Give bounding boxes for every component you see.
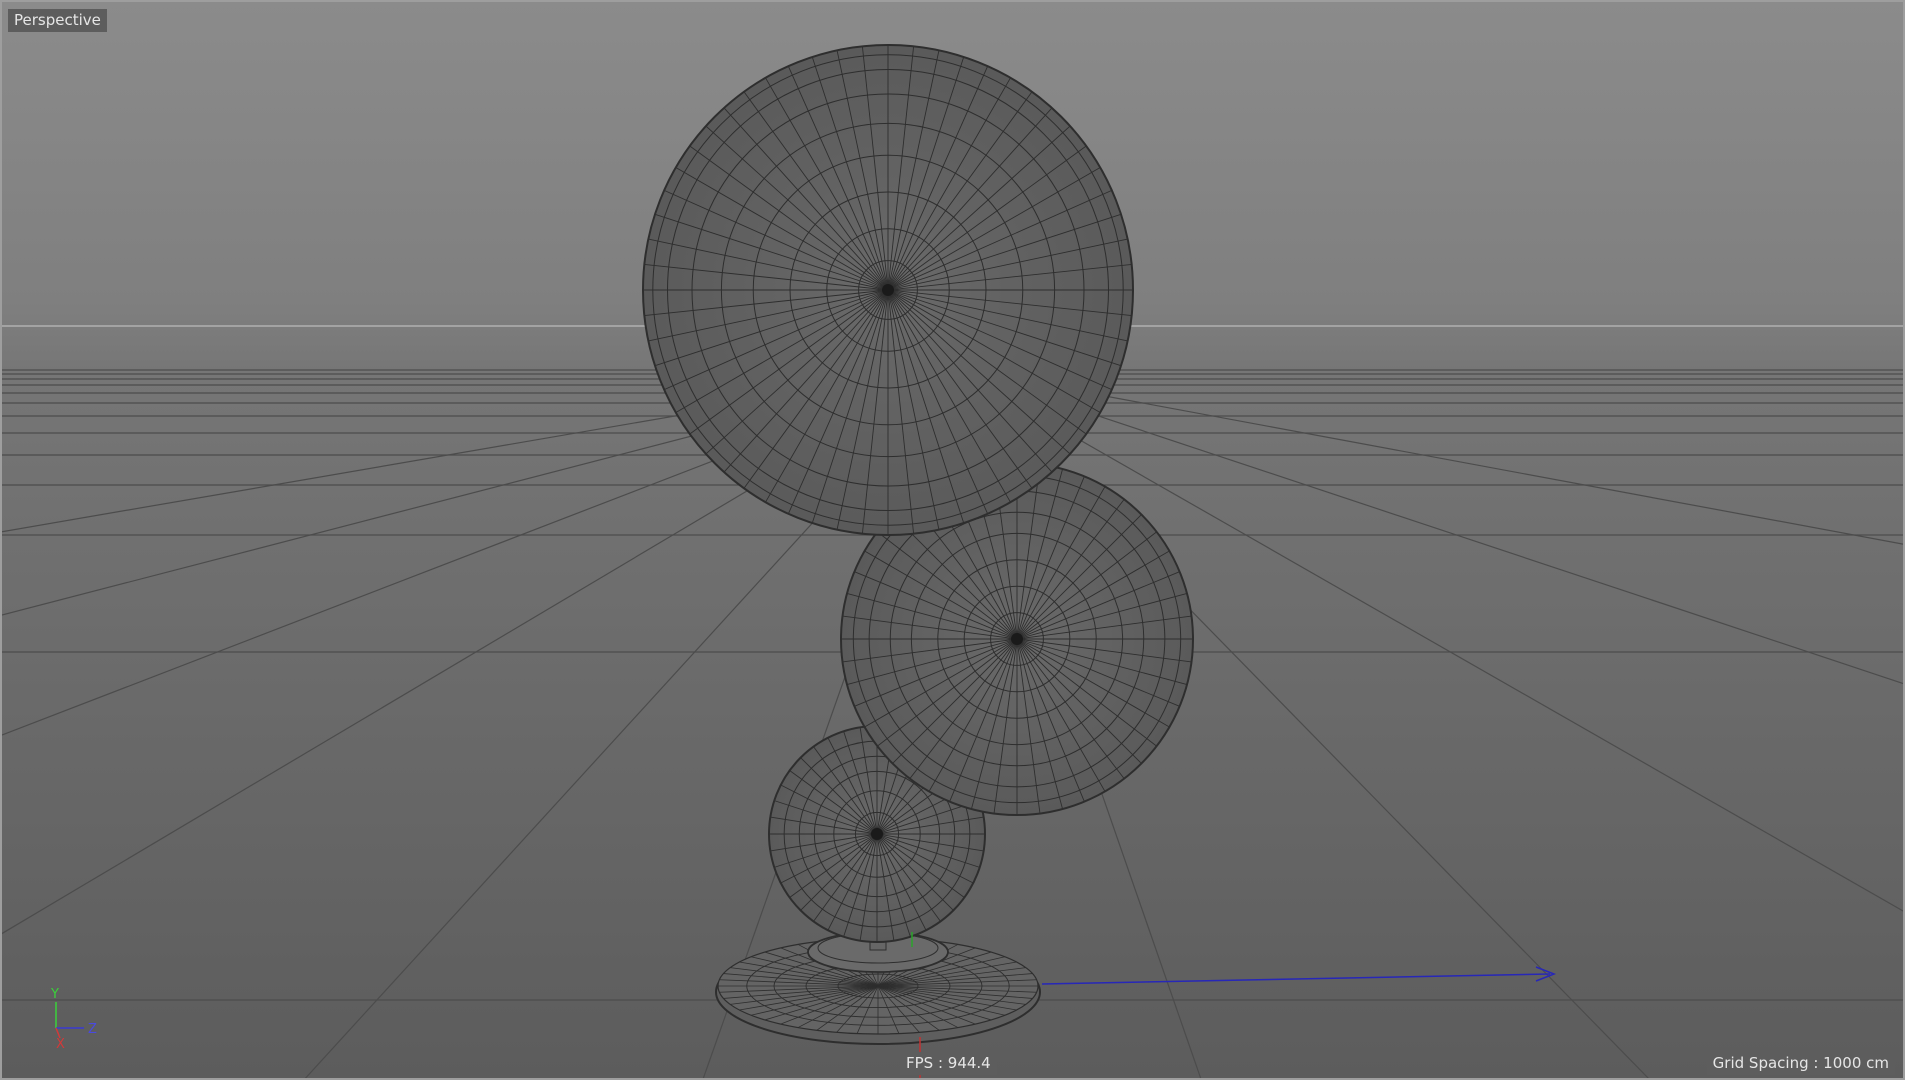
perspective-viewport[interactable]: Y Z X Perspective FPS : 944.4 Grid Spaci…	[0, 0, 1905, 1080]
camera-view-label[interactable]: Perspective	[8, 9, 107, 32]
fps-readout: FPS : 944.4	[900, 1052, 997, 1075]
axis-gizmo: Y Z X	[50, 987, 97, 1052]
wireframe-objects[interactable]	[642, 44, 1194, 1045]
grid-spacing-readout: Grid Spacing : 1000 cm	[1706, 1052, 1895, 1075]
gizmo-x-label: X	[56, 1037, 65, 1052]
gizmo-y-label: Y	[50, 987, 59, 1002]
gizmo-z-label: Z	[88, 1022, 97, 1037]
scene-canvas[interactable]: Y Z X	[2, 2, 1905, 1080]
large-disc[interactable]	[642, 44, 1134, 536]
z-axis-handle[interactable]	[1041, 973, 1551, 985]
